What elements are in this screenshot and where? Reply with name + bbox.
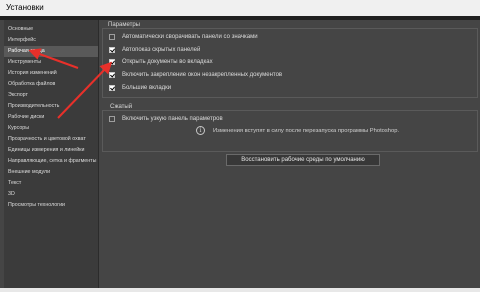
restart-notice: i Изменения вступят в силу после перезап…: [196, 126, 399, 135]
sidebar-item-export[interactable]: Экспорт: [4, 90, 98, 101]
sidebar: Основные Интерфейс Рабочая среда Инструм…: [4, 20, 99, 288]
checkbox[interactable]: [109, 116, 115, 122]
sidebar-item-3d[interactable]: 3D: [4, 189, 98, 200]
sidebar-item-type[interactable]: Текст: [4, 178, 98, 189]
sidebar-item-units-rulers[interactable]: Единицы измерения и линейки: [4, 145, 98, 156]
option-label: Автопоказ скрытых панелей: [122, 47, 201, 53]
restore-workspaces-button[interactable]: Восстановить рабочие среды по умолчанию: [226, 154, 380, 166]
sidebar-item-tools[interactable]: Инструменты: [4, 57, 98, 68]
option-auto-collapse[interactable]: Автоматически сворачивать панели со знач…: [109, 32, 258, 42]
window-title: Установки: [6, 3, 44, 12]
sidebar-item-interface[interactable]: Интерфейс: [4, 35, 98, 46]
option-floating-dock[interactable]: Включить закрепление окон незакрепленных…: [109, 70, 282, 80]
option-label: Включить узкую панель параметров: [122, 116, 223, 122]
sidebar-item-file-handling[interactable]: Обработка файлов: [4, 79, 98, 90]
sidebar-item-tech-previews[interactable]: Просмотры технологии: [4, 200, 98, 211]
checkbox[interactable]: [109, 72, 115, 78]
settings-panel: Параметры Автоматически сворачивать пане…: [100, 20, 480, 292]
sidebar-item-transparency[interactable]: Прозрачность и цветовой охват: [4, 134, 98, 145]
info-icon: i: [196, 126, 205, 135]
checkbox[interactable]: [109, 85, 115, 91]
option-narrow-options-bar[interactable]: Включить узкую панель параметров: [109, 114, 223, 124]
bottom-border: [0, 288, 480, 292]
sidebar-item-plugins[interactable]: Внешние модули: [4, 167, 98, 178]
sidebar-item-general[interactable]: Основные: [4, 24, 98, 35]
checkbox[interactable]: [109, 59, 115, 65]
option-label: Большие вкладки: [122, 85, 172, 91]
option-auto-show-hidden[interactable]: Автопоказ скрытых панелей: [109, 45, 200, 55]
window-titlebar: Установки: [0, 0, 480, 16]
sidebar-item-cursors[interactable]: Курсоры: [4, 123, 98, 134]
checkbox[interactable]: [109, 34, 115, 40]
sidebar-item-performance[interactable]: Производительность: [4, 101, 98, 112]
option-label: Открыть документы во вкладках: [122, 59, 213, 65]
option-label: Автоматически сворачивать панели со знач…: [122, 34, 258, 40]
restart-notice-text: Изменения вступят в силу после перезапус…: [213, 127, 400, 134]
checkbox[interactable]: [109, 47, 115, 53]
sidebar-item-guides-grid[interactable]: Направляющие, сетка и фрагменты: [4, 156, 98, 167]
sidebar-item-workspace[interactable]: Рабочая среда: [4, 46, 98, 57]
option-large-tabs[interactable]: Большие вкладки: [109, 83, 171, 93]
option-label: Включить закрепление окон незакрепленных…: [122, 72, 283, 78]
sidebar-item-scratch-disks[interactable]: Рабочие диски: [4, 112, 98, 123]
sidebar-item-history[interactable]: История изменений: [4, 68, 98, 79]
option-open-tabs[interactable]: Открыть документы во вкладках: [109, 57, 213, 67]
params-group-box: Автоматически сворачивать панели со знач…: [102, 28, 478, 98]
